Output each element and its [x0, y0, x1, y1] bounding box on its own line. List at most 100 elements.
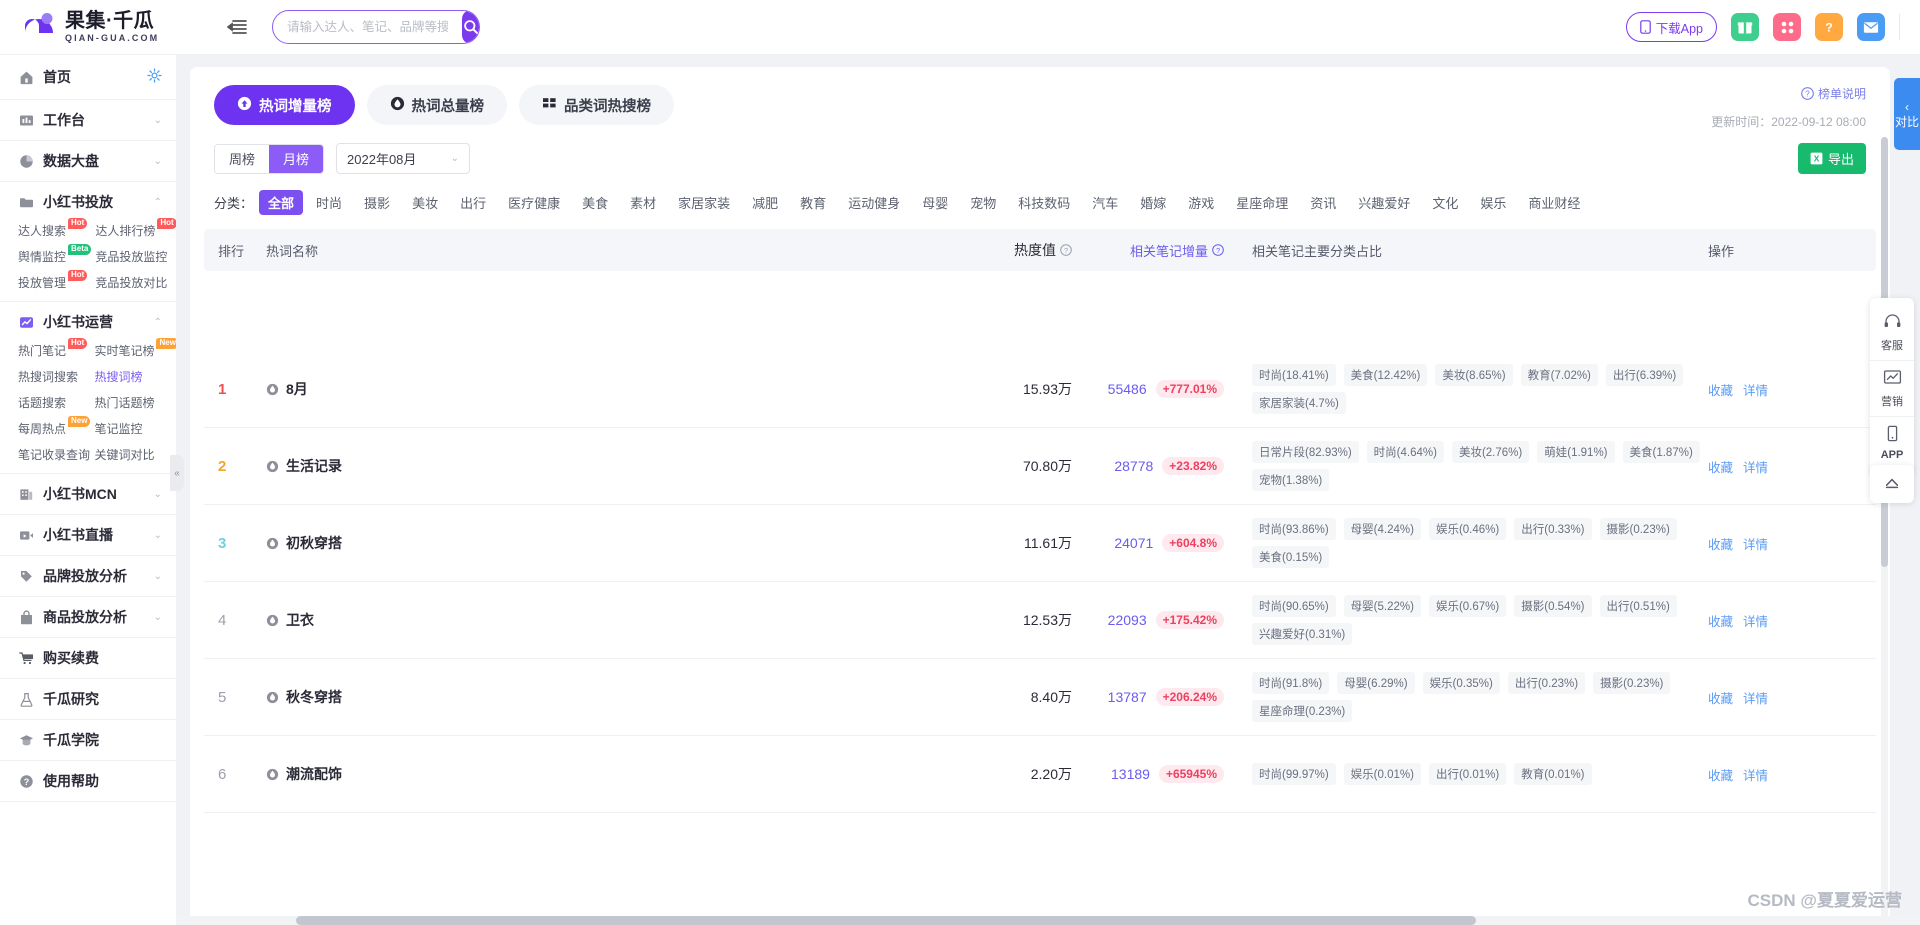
- chevron-down-icon[interactable]: ⌄: [154, 612, 162, 623]
- sidebar-item-purchase[interactable]: 购买续费: [0, 638, 176, 678]
- category-item-news[interactable]: 资讯: [1301, 190, 1345, 215]
- search-button[interactable]: [462, 11, 479, 43]
- logo[interactable]: 果集·千瓜 QIAN-GUA.COM: [0, 10, 210, 44]
- favorite-link[interactable]: 收藏: [1708, 765, 1733, 784]
- table-row[interactable]: 2 生活记录 70.80万 28778 +23.82% 日常片段(82.93%)…: [204, 428, 1876, 505]
- float-tool-marketing[interactable]: 营销: [1870, 360, 1914, 416]
- category-item-pets[interactable]: 宠物: [961, 190, 1005, 215]
- detail-link[interactable]: 详情: [1743, 765, 1768, 784]
- sidebar-subitem-talent-rank[interactable]: 达人排行榜 Hot: [95, 218, 176, 239]
- chevron-down-icon[interactable]: ⌄: [154, 156, 162, 167]
- sidebar-subitem-talent-search[interactable]: 达人搜索 Hot: [18, 218, 91, 239]
- category-item-weightloss[interactable]: 减肥: [743, 190, 787, 215]
- collapse-icon[interactable]: [224, 14, 250, 40]
- row-keyword[interactable]: 秋冬穿搭: [266, 687, 966, 707]
- category-item-astrology[interactable]: 星座命理: [1227, 190, 1297, 215]
- sidebar-collapse-handle[interactable]: «: [170, 455, 184, 491]
- row-keyword[interactable]: 生活记录: [266, 456, 966, 476]
- category-item-culture[interactable]: 文化: [1423, 190, 1467, 215]
- sidebar-subitem-hotword-search[interactable]: 热搜词搜索: [18, 368, 90, 385]
- horizontal-scrollbar[interactable]: [176, 916, 1920, 925]
- favorite-link[interactable]: 收藏: [1708, 611, 1733, 630]
- chevron-down-icon[interactable]: ⌄: [154, 489, 162, 500]
- sidebar-item-product-analysis[interactable]: 商品投放分析 ⌄: [0, 597, 176, 637]
- row-keyword[interactable]: 卫衣: [266, 610, 966, 630]
- download-app-button[interactable]: 下载App: [1625, 12, 1717, 42]
- sidebar-item-xhs-placement[interactable]: 小红书投放 ⌃: [0, 182, 176, 222]
- float-tool-app[interactable]: APP: [1870, 416, 1914, 468]
- detail-link[interactable]: 详情: [1743, 611, 1768, 630]
- sidebar-item-xhs-operation[interactable]: 小红书运营 ⌃: [0, 302, 176, 342]
- gear-icon[interactable]: [147, 68, 162, 86]
- table-row[interactable]: 4 卫衣 12.53万 22093 +175.42% 时尚(90.65%) 母婴…: [204, 582, 1876, 659]
- tab-hotword-growth[interactable]: 热词增量榜: [214, 85, 355, 125]
- sidebar-item-help[interactable]: ? 使用帮助: [0, 761, 176, 801]
- sidebar-subitem-weekly-hot[interactable]: 每周热点 New: [18, 416, 91, 437]
- vertical-scrollbar[interactable]: [1881, 137, 1888, 923]
- search-input[interactable]: [273, 20, 462, 34]
- favorite-link[interactable]: 收藏: [1708, 457, 1733, 476]
- category-item-health[interactable]: 医疗健康: [499, 190, 569, 215]
- float-tool-support[interactable]: 客服: [1870, 305, 1914, 360]
- detail-link[interactable]: 详情: [1743, 534, 1768, 553]
- table-row[interactable]: 5 秋冬穿搭 8.40万 13787 +206.24% 时尚(91.8%) 母婴…: [204, 659, 1876, 736]
- export-button[interactable]: X 导出: [1797, 143, 1866, 174]
- table-row[interactable]: 6 潮流配饰 2.20万 13189 +65945% 时尚(99.97%) 娱乐…: [204, 736, 1876, 813]
- chevron-down-icon[interactable]: ⌄: [154, 530, 162, 541]
- favorite-link[interactable]: 收藏: [1708, 380, 1733, 399]
- col-header-note-delta[interactable]: 相关笔记增量 ?: [1072, 241, 1232, 260]
- category-item-travel[interactable]: 出行: [451, 190, 495, 215]
- chevron-down-icon[interactable]: ⌄: [154, 115, 162, 126]
- sidebar-subitem-competitor-compare[interactable]: 竞品投放对比: [95, 274, 176, 291]
- category-item-all[interactable]: 全部: [259, 190, 304, 215]
- chevron-down-icon[interactable]: ⌄: [154, 571, 162, 582]
- category-item-entertainment[interactable]: 娱乐: [1471, 190, 1515, 215]
- category-item-wedding[interactable]: 婚嫁: [1131, 190, 1175, 215]
- compare-panel-toggle[interactable]: ‹ 对比: [1894, 78, 1920, 150]
- sidebar-subitem-keyword-compare[interactable]: 关键词对比: [94, 446, 176, 463]
- category-item-home[interactable]: 家居家装: [669, 190, 739, 215]
- scroll-to-top-button[interactable]: [1870, 465, 1914, 503]
- sidebar-subitem-realtime-note-rank[interactable]: 实时笔记榜 New: [94, 338, 176, 359]
- sidebar-subitem-note-index-query[interactable]: 笔记收录查询: [18, 446, 90, 463]
- sidebar-subitem-hot-notes[interactable]: 热门笔记 Hot: [18, 338, 90, 359]
- chevron-up-icon[interactable]: ⌃: [154, 317, 162, 328]
- detail-link[interactable]: 详情: [1743, 380, 1768, 399]
- category-item-fitness[interactable]: 运动健身: [839, 190, 909, 215]
- favorite-link[interactable]: 收藏: [1708, 534, 1733, 553]
- category-item-hobbies[interactable]: 兴趣爱好: [1349, 190, 1419, 215]
- sidebar-subitem-note-monitor[interactable]: 笔记监控: [94, 420, 176, 437]
- category-item-beauty[interactable]: 美妆: [403, 190, 447, 215]
- sidebar-item-home[interactable]: 首页: [0, 55, 176, 99]
- category-item-food[interactable]: 美食: [573, 190, 617, 215]
- category-item-photography[interactable]: 摄影: [355, 190, 399, 215]
- apps-icon[interactable]: [1773, 13, 1801, 41]
- category-item-auto[interactable]: 汽车: [1083, 190, 1127, 215]
- rank-help-link[interactable]: ? 榜单说明: [1801, 85, 1866, 102]
- sidebar-item-xhs-live[interactable]: 小红书直播 ⌄: [0, 515, 176, 555]
- sidebar-item-dashboard[interactable]: 数据大盘 ⌄: [0, 141, 176, 181]
- tab-category-hotword[interactable]: 品类词热搜榜: [519, 85, 674, 125]
- sidebar-subitem-placement-mgmt[interactable]: 投放管理 Hot: [18, 270, 91, 291]
- table-row[interactable]: 3 初秋穿搭 11.61万 24071 +604.8% 时尚(93.86%) 母…: [204, 505, 1876, 582]
- category-item-tech[interactable]: 科技数码: [1009, 190, 1079, 215]
- sidebar-item-brand-analysis[interactable]: 品牌投放分析 ⌄: [0, 556, 176, 596]
- month-select[interactable]: 2022年08月 ⌄: [336, 143, 471, 174]
- row-keyword[interactable]: 8月: [266, 379, 966, 399]
- detail-link[interactable]: 详情: [1743, 457, 1768, 476]
- search-box[interactable]: [272, 10, 480, 44]
- sidebar-item-research[interactable]: 千瓜研究: [0, 679, 176, 719]
- category-item-education[interactable]: 教育: [791, 190, 835, 215]
- mail-icon[interactable]: [1857, 13, 1885, 41]
- category-item-maternal[interactable]: 母婴: [913, 190, 957, 215]
- gift-icon[interactable]: [1731, 13, 1759, 41]
- tab-hotword-total[interactable]: 热词总量榜: [366, 85, 507, 125]
- sidebar-item-xhs-mcn[interactable]: 小红书MCN ⌄: [0, 474, 176, 514]
- sidebar-subitem-hot-topic-rank[interactable]: 热门话题榜: [94, 394, 176, 411]
- category-item-material[interactable]: 素材: [621, 190, 665, 215]
- period-option-month[interactable]: 月榜: [269, 144, 324, 173]
- favorite-link[interactable]: 收藏: [1708, 688, 1733, 707]
- sidebar-item-workbench[interactable]: 工作台 ⌄: [0, 100, 176, 140]
- row-keyword[interactable]: 初秋穿搭: [266, 533, 966, 553]
- period-option-week[interactable]: 周榜: [215, 144, 270, 173]
